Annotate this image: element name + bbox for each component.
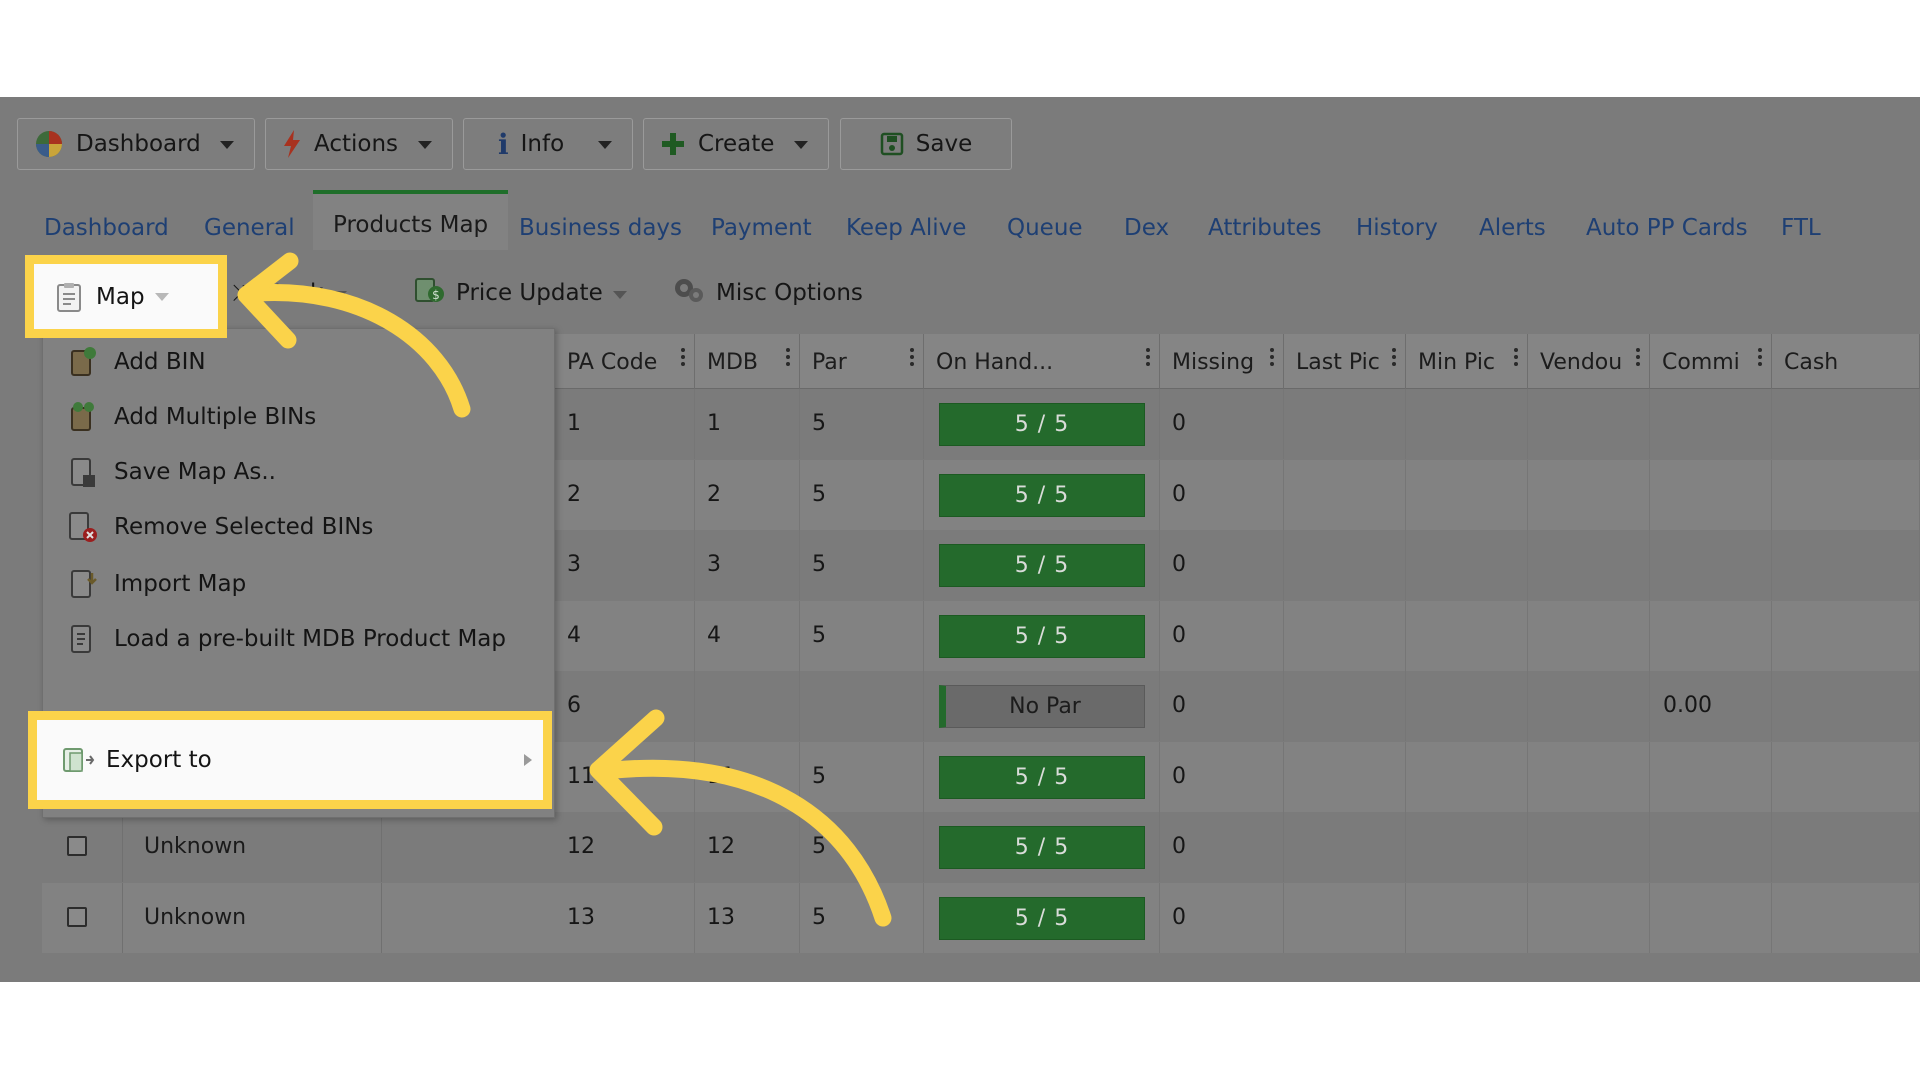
arrow-to-map-button [249, 284, 471, 418]
app-window: Dashboard Actions i Info Create Save Das… [0, 97, 1920, 982]
arrow-to-export-item [605, 759, 892, 927]
annotation-arrows [237, 252, 892, 927]
